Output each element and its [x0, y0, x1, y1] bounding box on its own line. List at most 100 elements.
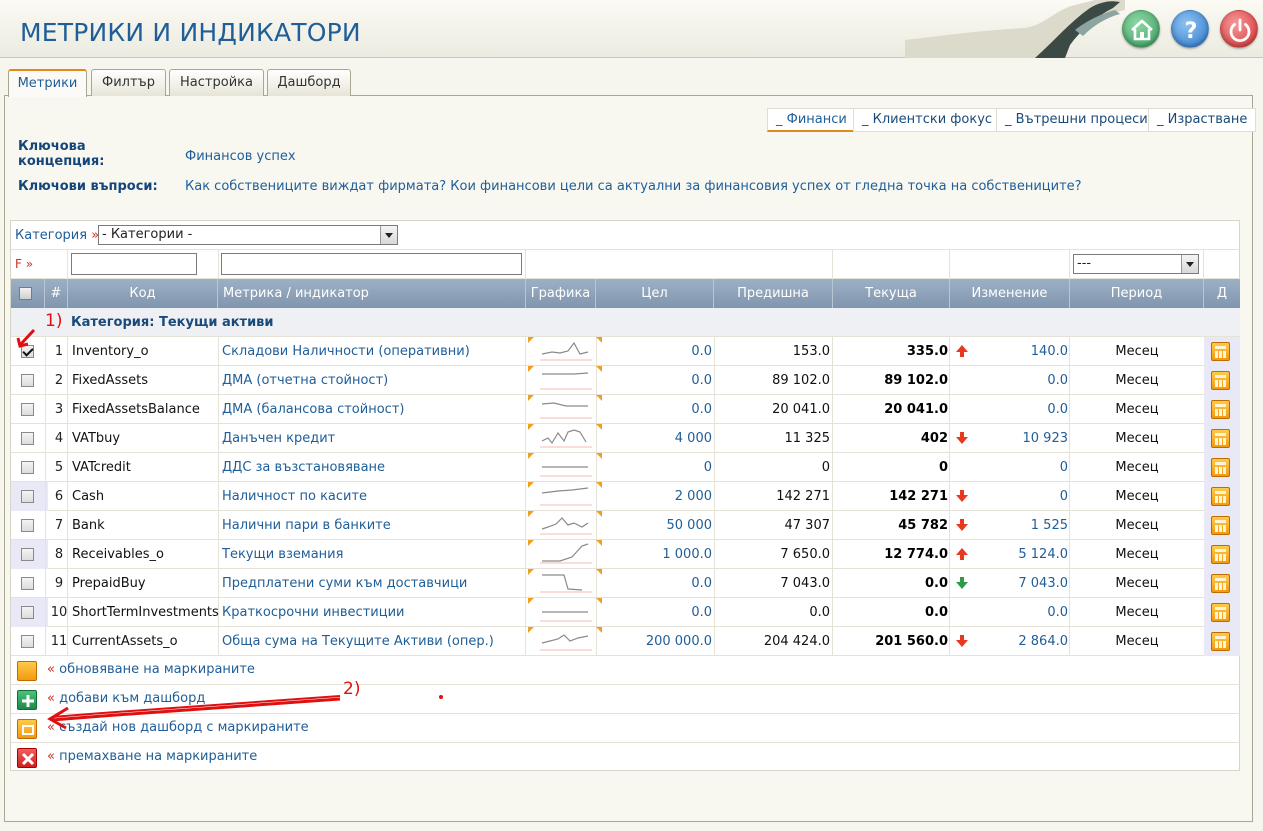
row-period: Месец [1115, 402, 1159, 417]
sparkline-chart[interactable] [526, 395, 606, 424]
row-metric-link[interactable]: Данъчен кредит [222, 424, 522, 453]
row-previous: 153.0 [792, 344, 830, 359]
row-metric-link[interactable]: Предплатени суми към доставчици [222, 569, 522, 598]
subtab-customer-focus[interactable]: _ Клиентски фокус [853, 108, 1002, 132]
row-code: FixedAssetsBalance [72, 402, 200, 417]
row-period: Месец [1115, 547, 1159, 562]
sparkline-chart[interactable] [526, 366, 606, 395]
select-all-checkbox[interactable] [19, 287, 32, 300]
header-period[interactable]: Период [1070, 279, 1204, 308]
category-select[interactable]: - Категории - [98, 225, 398, 245]
row-target: 50 000 [666, 518, 713, 533]
header-num[interactable]: # [45, 279, 68, 308]
delete-icon[interactable] [17, 748, 37, 768]
row-current: 0 [938, 460, 948, 475]
sparkline-chart[interactable] [526, 627, 606, 656]
calculator-icon[interactable] [1211, 429, 1230, 448]
header-action: Д [1216, 286, 1228, 301]
create-dashboard-link[interactable]: « създай нов дашборд с маркираните [47, 720, 309, 735]
calculator-icon[interactable] [1211, 632, 1230, 651]
row-code: Cash [72, 489, 105, 504]
row-checkbox[interactable] [21, 432, 34, 445]
calculator-icon[interactable] [1211, 487, 1230, 506]
row-checkbox[interactable] [21, 548, 34, 561]
sparkline-chart[interactable] [526, 598, 606, 627]
sparkline-chart[interactable] [526, 337, 606, 366]
calculator-icon[interactable] [1211, 516, 1230, 535]
row-checkbox[interactable] [21, 577, 34, 590]
row-checkbox[interactable] [21, 606, 34, 619]
tab-dashboard[interactable]: Дашборд [267, 69, 351, 96]
row-target: 200 000.0 [645, 634, 712, 649]
sparkline-chart[interactable] [526, 482, 606, 511]
sparkline-line [541, 517, 589, 530]
action-prefix: « [47, 720, 55, 735]
row-metric-link[interactable]: ДДС за възстановяване [222, 453, 522, 482]
header-name[interactable]: Метрика / индикатор [218, 279, 526, 308]
refresh-marked-link[interactable]: « обновяване на маркираните [47, 662, 255, 677]
subtab-growth[interactable]: _ Израстване [1148, 108, 1257, 132]
calculator-icon[interactable] [1211, 574, 1230, 593]
sparkline-corner-right [596, 627, 602, 633]
sparkline-chart[interactable] [526, 453, 606, 482]
calculator-icon[interactable] [1211, 400, 1230, 419]
table-row: 7 Bank Налични пари в банките 50 000 47 … [11, 511, 1240, 540]
tab-metrics[interactable]: Метрики [8, 69, 87, 97]
subtab-finance[interactable]: _ Финанси [767, 108, 856, 132]
calculator-icon[interactable] [1211, 342, 1230, 361]
sparkline-chart[interactable] [526, 424, 606, 453]
row-number: 4 [54, 431, 64, 446]
help-button[interactable]: ? [1171, 10, 1209, 48]
home-button[interactable] [1122, 10, 1160, 48]
calculator-icon[interactable] [1211, 545, 1230, 564]
row-metric-link[interactable]: Краткосрочни инвестиции [222, 598, 522, 627]
calculator-icon[interactable] [1211, 371, 1230, 390]
row-checkbox[interactable] [21, 461, 34, 474]
row-code: Receivables_o [72, 547, 164, 562]
row-checkbox[interactable] [21, 635, 34, 648]
code-filter-input[interactable] [71, 253, 197, 275]
header-previous[interactable]: Предишна [714, 279, 833, 308]
logout-button[interactable] [1220, 10, 1258, 48]
action-add-row: « добави към дашборд [11, 685, 1240, 714]
row-metric-link[interactable]: Наличност по касите [222, 482, 522, 511]
row-target: 0.0 [691, 373, 712, 388]
row-previous: 204 424.0 [763, 634, 830, 649]
row-target: 2 000 [674, 489, 712, 504]
remove-marked-link[interactable]: « премахване на маркираните [47, 749, 257, 764]
header-change[interactable]: Изменение [950, 279, 1070, 308]
add-icon[interactable] [17, 690, 37, 710]
key-questions-value: Как собствениците виждат фирмата? Кои фи… [185, 179, 1082, 194]
dashboard-icon[interactable] [17, 719, 37, 739]
row-checkbox[interactable] [21, 345, 34, 358]
row-metric-link[interactable]: ДМА (балансова стойност) [222, 395, 522, 424]
calculator-icon[interactable] [1211, 458, 1230, 477]
period-filter-select[interactable]: --- [1073, 254, 1199, 274]
row-metric-link[interactable]: Складови Наличности (оперативни) [222, 337, 522, 366]
row-checkbox[interactable] [21, 403, 34, 416]
name-filter-input[interactable] [221, 253, 522, 275]
header-target[interactable]: Цел [596, 279, 714, 308]
calculator-icon[interactable] [17, 661, 37, 681]
tab-filter[interactable]: Филтър [91, 69, 166, 96]
row-metric-link[interactable]: Обща сума на Текущите Активи (опер.) [222, 627, 522, 656]
row-metric-link[interactable]: ДМА (отчетна стойност) [222, 366, 522, 395]
subtab-internal-processes[interactable]: _ Вътрешни процеси [996, 108, 1157, 132]
add-to-dashboard-link[interactable]: « добави към дашборд [47, 691, 205, 706]
row-checkbox[interactable] [21, 490, 34, 503]
row-code: PrepaidBuy [72, 576, 146, 591]
sparkline-line [541, 341, 589, 355]
row-checkbox[interactable] [21, 374, 34, 387]
sparkline-chart[interactable] [526, 540, 606, 569]
row-checkbox[interactable] [21, 519, 34, 532]
row-metric-link[interactable]: Налични пари в банките [222, 511, 522, 540]
row-metric-link[interactable]: Текущи вземания [222, 540, 522, 569]
sparkline-chart[interactable] [526, 569, 606, 598]
sparkline-chart[interactable] [526, 511, 606, 540]
row-number: 9 [54, 576, 64, 591]
tab-settings[interactable]: Настройка [169, 69, 264, 96]
calculator-icon[interactable] [1211, 603, 1230, 622]
header-code[interactable]: Код [68, 279, 218, 308]
sparkline-line [541, 429, 587, 445]
header-current[interactable]: Текуща [833, 279, 950, 308]
